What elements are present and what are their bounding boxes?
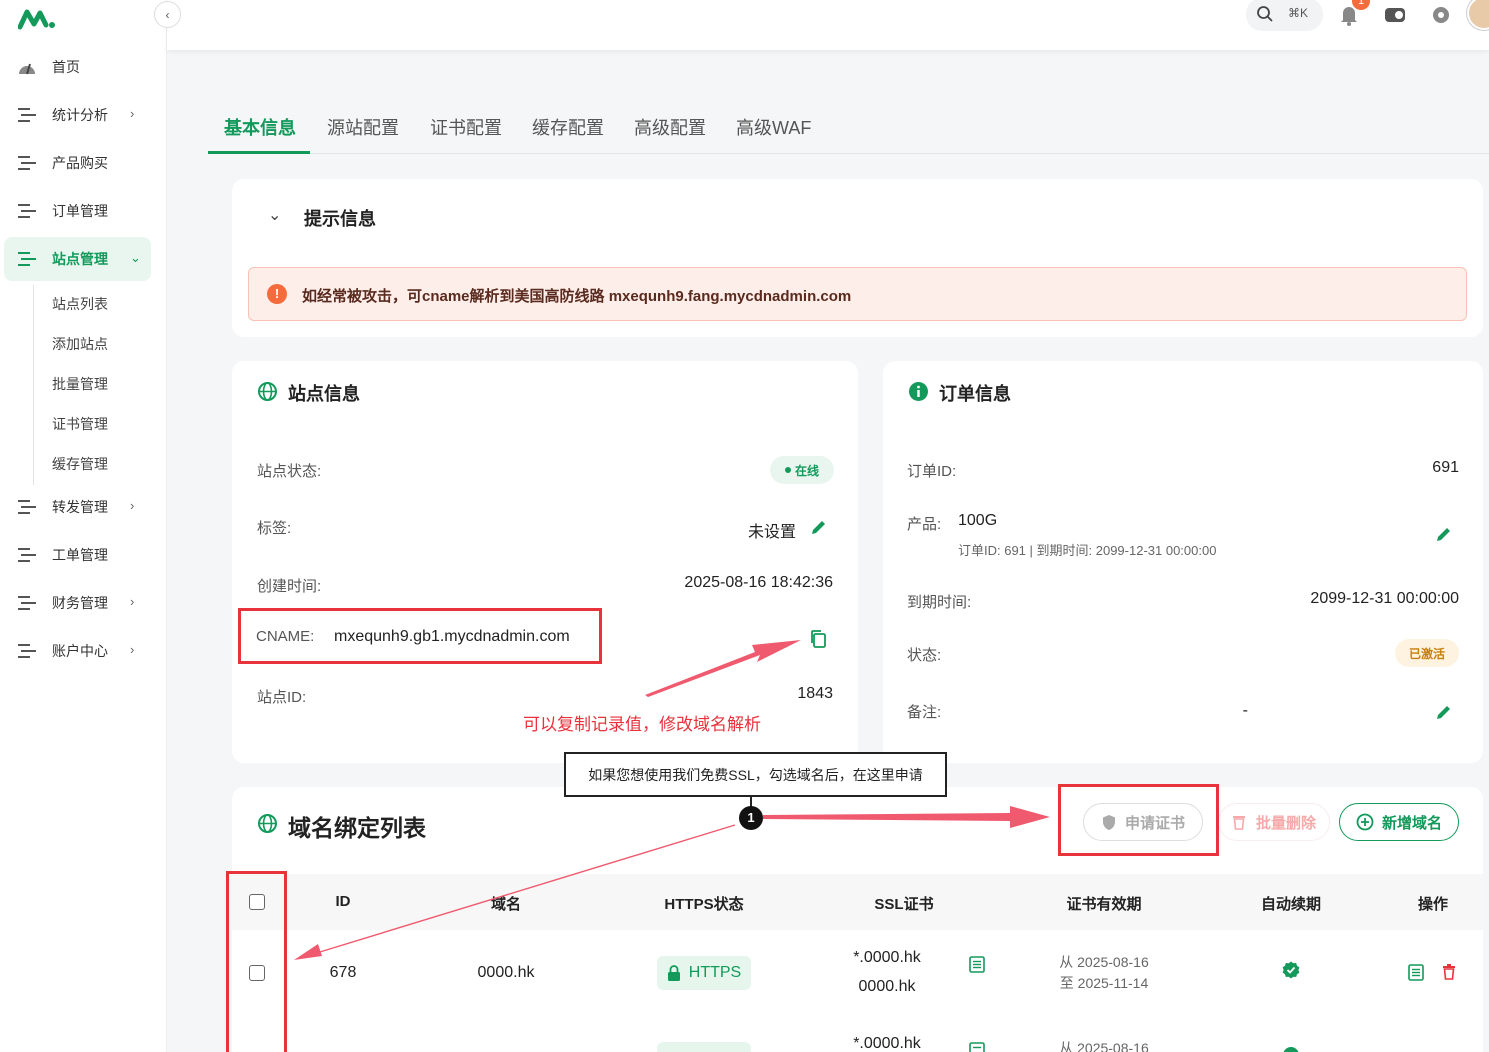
ssl-hint-callout: 如果您想使用我们免费SSL，勾选域名后，在这里申请 [564, 752, 947, 797]
annotation-arrows [294, 640, 1050, 960]
copy-hint-annotation: 可以复制记录值，修改域名解析 [523, 715, 761, 734]
step-marker: 1 [739, 806, 763, 830]
